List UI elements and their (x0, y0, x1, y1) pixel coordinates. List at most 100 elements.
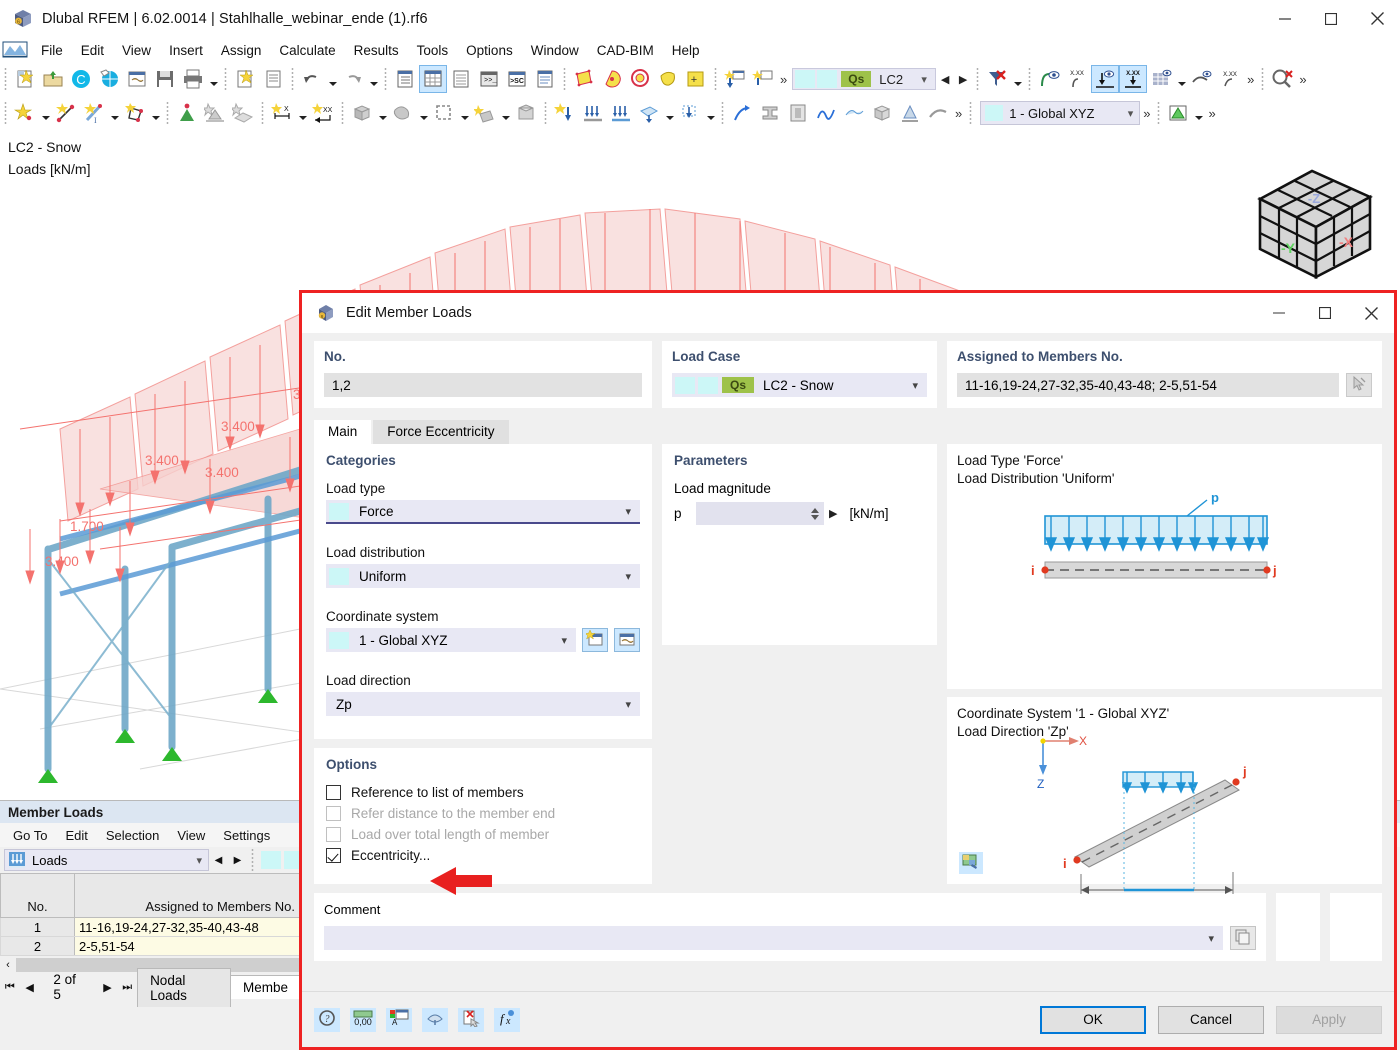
new-line-icon[interactable] (52, 99, 80, 127)
tables-icon[interactable] (419, 65, 447, 93)
free-load-icon[interactable] (676, 99, 704, 127)
select-circle-icon[interactable] (598, 65, 626, 93)
toolbar2-overflow-chevron-3[interactable]: » (1205, 106, 1218, 121)
curve-result-icon[interactable] (924, 99, 952, 127)
panel-menu-view[interactable]: View (168, 826, 214, 845)
edit-coordinate-system-button[interactable] (614, 628, 640, 652)
assigned-members-field[interactable]: 11-16,19-24,27-32,35-40,43-48; 2-5,51-54 (957, 373, 1339, 397)
script-icon[interactable]: >SC (503, 65, 531, 93)
section-view-icon[interactable] (784, 99, 812, 127)
copy-comment-button[interactable] (1230, 926, 1256, 950)
chevron-down-icon[interactable]: ▾ (625, 698, 631, 711)
checkbox-reference-to-list[interactable] (326, 785, 341, 800)
print-icon[interactable] (179, 65, 207, 93)
node-dropdown-arrow[interactable] (39, 99, 52, 127)
member-loads-table[interactable]: No. Assigned to Members No. 1 11-16,19-2… (0, 873, 300, 956)
select-members-button[interactable] (1346, 373, 1372, 397)
dimension-dropdown-arrow[interactable] (296, 99, 309, 127)
redo-dropdown-arrow[interactable] (367, 65, 380, 93)
coordinate-system-toolbar-combo[interactable]: 1 - Global XYZ ▾ (980, 101, 1141, 125)
menu-help[interactable]: Help (663, 41, 709, 60)
chevron-down-icon[interactable]: ▾ (625, 570, 631, 583)
work-plane-icon[interactable] (1164, 99, 1192, 127)
cross-section-icon[interactable] (756, 99, 784, 127)
no-value-field[interactable]: 1,2 (324, 373, 642, 397)
filter-dropdown-arrow[interactable] (1011, 65, 1024, 93)
tab-main[interactable]: Main (314, 420, 372, 444)
menu-results[interactable]: Results (345, 41, 408, 60)
menu-edit[interactable]: Edit (72, 41, 113, 60)
select-free-icon[interactable] (654, 65, 682, 93)
model-globe-icon[interactable] (95, 65, 123, 93)
opening-icon[interactable] (389, 99, 417, 127)
insert-load2-icon[interactable] (749, 65, 777, 93)
load-magnitude-input[interactable] (696, 502, 824, 525)
toolbar2-overflow-chevron-2[interactable]: » (1140, 106, 1153, 121)
new-surface-load-icon[interactable] (635, 99, 663, 127)
load-case-toolbar-combo[interactable]: Qs LC2 ▾ (792, 68, 937, 90)
spinner-arrows-icon[interactable] (809, 507, 821, 520)
console-icon[interactable]: >>_ (475, 65, 503, 93)
new-member-load-icon[interactable] (579, 99, 607, 127)
delete-button[interactable] (458, 1007, 484, 1032)
dialog-maximize-button[interactable] (1302, 293, 1348, 333)
dialog-minimize-button[interactable] (1256, 293, 1302, 333)
tab-member-loads[interactable]: Membe (229, 975, 301, 999)
prev-record-button[interactable]: ◀ (20, 981, 40, 994)
table-row[interactable]: 1 11-16,19-24,27-32,35-40,43-48 (0, 917, 300, 937)
solid-icon[interactable] (348, 99, 376, 127)
menu-assign[interactable]: Assign (212, 41, 271, 60)
new-nodal-load-icon[interactable] (551, 99, 579, 127)
help-button[interactable]: ? (314, 1007, 340, 1032)
undo-dropdown-arrow[interactable] (326, 65, 339, 93)
cancel-button[interactable]: Cancel (1158, 1005, 1264, 1034)
menu-window[interactable]: Window (522, 41, 588, 60)
grid-dropdown-arrow[interactable] (1175, 65, 1188, 93)
building-icon[interactable] (512, 99, 540, 127)
scroll-left-button[interactable]: ‹ (0, 959, 16, 971)
load-type-select[interactable]: Force ▾ (326, 500, 640, 524)
chevron-down-icon[interactable]: ▾ (196, 854, 202, 867)
panel-menu-settings[interactable]: Settings (214, 826, 279, 845)
work-plane-dropdown-arrow[interactable] (1192, 99, 1205, 127)
load-case-prev-button[interactable]: ◀ (936, 66, 954, 92)
coordinate-system-select[interactable]: 1 - Global XYZ ▾ (326, 628, 576, 652)
zoom-search-icon[interactable] (1268, 65, 1296, 93)
imperfection-icon[interactable] (728, 99, 756, 127)
graphic-settings-button[interactable] (959, 852, 983, 874)
member-dropdown-arrow[interactable] (108, 99, 121, 127)
chevron-down-icon[interactable]: ▾ (625, 505, 631, 518)
load-direction-select[interactable]: Zp ▾ (326, 692, 640, 716)
chevron-down-icon[interactable]: ▾ (1208, 932, 1214, 945)
chevron-down-icon[interactable]: ▾ (912, 379, 918, 392)
result-diagram-icon[interactable] (812, 99, 840, 127)
report-icon[interactable] (259, 65, 287, 93)
ok-button[interactable]: OK (1040, 1005, 1146, 1034)
toolbar2-overflow-chevron[interactable]: » (952, 106, 965, 121)
cell-assigned[interactable]: 2-5,51-54 (74, 936, 300, 956)
undo-icon[interactable] (298, 65, 326, 93)
surface-support-icon[interactable] (229, 99, 257, 127)
free-load-dropdown-arrow[interactable] (704, 99, 717, 127)
solid-result-icon[interactable] (868, 99, 896, 127)
surface-load-dropdown-arrow[interactable] (663, 99, 676, 127)
close-button[interactable] (1354, 0, 1400, 38)
show-values-icon[interactable]: X.XX (1063, 65, 1091, 93)
select-ring-icon[interactable] (626, 65, 654, 93)
panel-prev-button[interactable]: ◀ (209, 849, 228, 871)
frame-dropdown-arrow[interactable] (458, 99, 471, 127)
chevron-down-icon[interactable]: ▾ (561, 634, 567, 647)
frame-icon[interactable] (430, 99, 458, 127)
checkbox-eccentricity[interactable] (326, 848, 341, 863)
display-button[interactable] (422, 1007, 448, 1032)
next-record-button[interactable]: ▶ (98, 981, 118, 994)
line-support-icon[interactable] (201, 99, 229, 127)
new-coordinate-system-button[interactable] (582, 628, 608, 652)
show-grid-icon[interactable] (1147, 65, 1175, 93)
colors-button[interactable]: A (386, 1007, 412, 1032)
menu-tools[interactable]: Tools (408, 41, 458, 60)
menu-cad-bim[interactable]: CAD-BIM (588, 41, 663, 60)
new-model-icon[interactable] (11, 65, 39, 93)
new-report-icon[interactable] (231, 65, 259, 93)
last-record-button[interactable]: ⏭ (117, 981, 137, 994)
